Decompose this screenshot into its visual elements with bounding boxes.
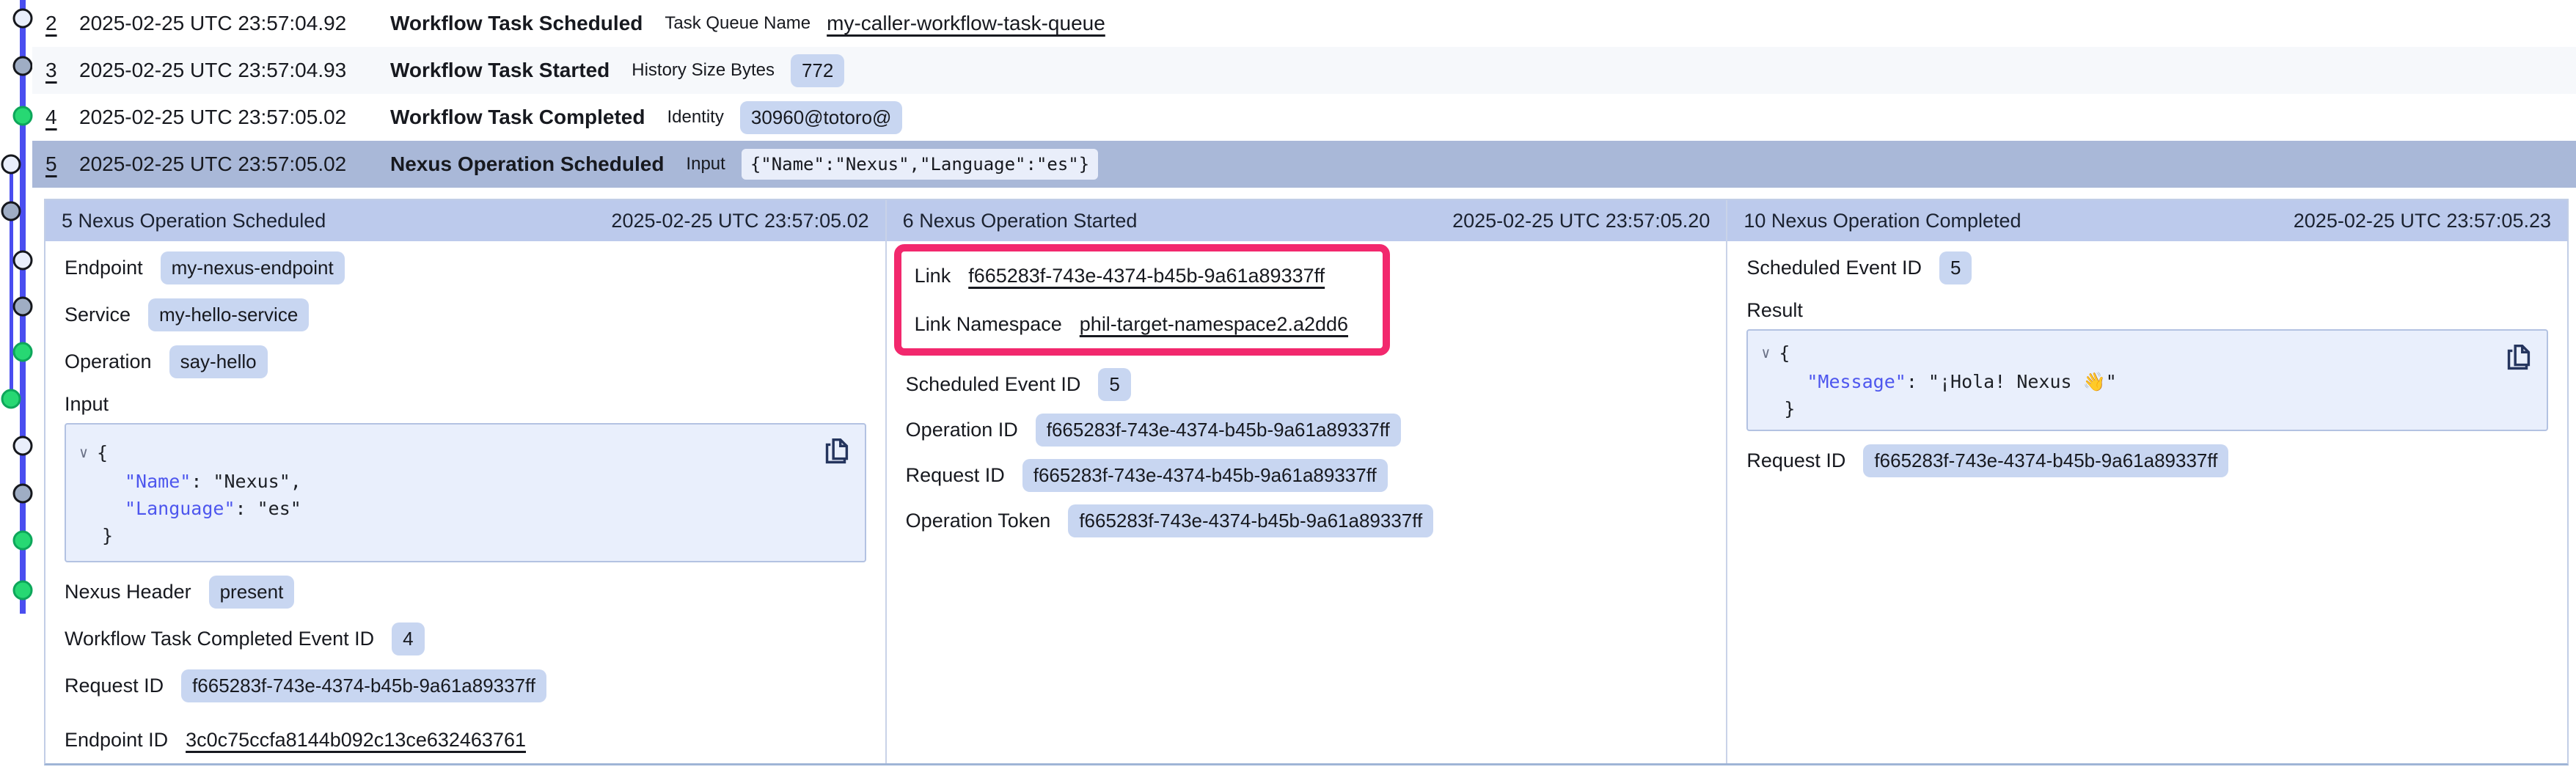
operation-id-label: Operation ID	[906, 419, 1018, 441]
copy-button[interactable]	[2501, 341, 2535, 375]
timeline-dot-gray	[14, 298, 32, 315]
json-collapse-chevron-icon[interactable]: ∨	[79, 439, 88, 466]
event-name: Workflow Task Started	[390, 59, 610, 82]
copy-icon	[819, 435, 853, 469]
endpoint-id-link[interactable]: 3c0c75ccfa8144b092c13ce632463761	[186, 729, 526, 752]
copy-icon	[2501, 341, 2535, 375]
link-namespace-link[interactable]: phil-target-namespace2.a2dd6	[1080, 313, 1348, 336]
timeline-dot-white-branch	[2, 155, 20, 173]
event-name: Workflow Task Completed	[390, 106, 645, 129]
event-input-badge: {"Name":"Nexus","Language":"es"}	[742, 149, 1098, 180]
scheduled-event-id-badge: 5	[1939, 251, 1972, 284]
event-row-4[interactable]: 4 2025-02-25 UTC 23:57:05.02 Workflow Ta…	[32, 94, 2576, 141]
scheduled-event-id-badge: 5	[1098, 368, 1130, 401]
operation-token-badge: f665283f-743e-4374-b45b-9a61a89337ff	[1068, 504, 1433, 537]
link-label: Link	[915, 265, 951, 287]
timeline-branch-line	[10, 164, 13, 399]
event-row-2[interactable]: 2 2025-02-25 UTC 23:57:04.92 Workflow Ta…	[32, 0, 2576, 47]
timeline-dot-green-branch	[2, 390, 20, 408]
wtc-event-id-badge: 4	[392, 622, 424, 655]
timeline-dot-green	[14, 107, 32, 125]
task-queue-link[interactable]: my-caller-workflow-task-queue	[827, 12, 1105, 35]
panel-time: 2025-02-25 UTC 23:57:05.20	[1452, 210, 1710, 232]
event-time: 2025-02-25 UTC 23:57:04.92	[79, 12, 390, 35]
event-time: 2025-02-25 UTC 23:57:05.02	[79, 106, 390, 129]
link-value-link[interactable]: f665283f-743e-4374-b45b-9a61a89337ff	[968, 265, 1325, 287]
nexus-header-label: Nexus Header	[65, 581, 191, 603]
endpoint-id-label: Endpoint ID	[65, 729, 168, 752]
panel-nexus-operation-completed: 10 Nexus Operation Completed 2025-02-25 …	[1726, 200, 2567, 763]
event-name: Workflow Task Scheduled	[390, 12, 643, 35]
event-id-link[interactable]: 3	[45, 59, 57, 81]
timeline-dot-green	[14, 532, 32, 549]
event-detail-label: Task Queue Name	[665, 13, 811, 34]
event-history-list: 2 2025-02-25 UTC 23:57:04.92 Workflow Ta…	[32, 0, 2576, 188]
timeline-dot-gray	[14, 485, 32, 502]
input-json-viewer: ∨{ "Name": "Nexus", "Language": "es" }	[65, 423, 866, 562]
event-row-5-selected[interactable]: 5 2025-02-25 UTC 23:57:05.02 Nexus Opera…	[32, 141, 2576, 188]
link-highlight-box: Link f665283f-743e-4374-b45b-9a61a89337f…	[894, 244, 1390, 356]
request-id-badge: f665283f-743e-4374-b45b-9a61a89337ff	[1022, 459, 1388, 492]
timeline-dot-gray-branch	[2, 202, 20, 220]
panel-body: Endpoint my-nexus-endpoint Service my-he…	[45, 241, 885, 775]
event-detail-label: Identity	[667, 107, 723, 128]
event-id-link[interactable]: 2	[45, 12, 57, 34]
scheduled-event-id-label: Scheduled Event ID	[906, 373, 1081, 396]
input-label: Input	[65, 385, 866, 423]
event-row-3[interactable]: 3 2025-02-25 UTC 23:57:04.93 Workflow Ta…	[32, 47, 2576, 94]
nexus-header-badge: present	[209, 576, 295, 609]
result-label: Result	[1746, 291, 2548, 329]
panel-title: 10 Nexus Operation Completed	[1743, 210, 2021, 232]
request-id-badge: f665283f-743e-4374-b45b-9a61a89337ff	[1863, 444, 2228, 477]
panel-time: 2025-02-25 UTC 23:57:05.23	[2294, 210, 2551, 232]
service-badge: my-hello-service	[148, 298, 309, 331]
event-time: 2025-02-25 UTC 23:57:05.02	[79, 153, 390, 176]
panel-body: Link f665283f-743e-4374-b45b-9a61a89337f…	[887, 241, 1727, 763]
panel-header: 5 Nexus Operation Scheduled 2025-02-25 U…	[45, 200, 885, 241]
request-id-label: Request ID	[65, 675, 164, 697]
timeline-dot-green	[14, 581, 32, 599]
timeline-dot-white	[14, 251, 32, 269]
service-label: Service	[65, 304, 131, 326]
operation-badge: say-hello	[169, 345, 268, 378]
timeline-dot-green	[14, 343, 32, 361]
panel-header: 6 Nexus Operation Started 2025-02-25 UTC…	[887, 200, 1727, 241]
endpoint-badge: my-nexus-endpoint	[161, 251, 345, 284]
scheduled-event-id-label: Scheduled Event ID	[1746, 257, 1922, 279]
panel-time: 2025-02-25 UTC 23:57:05.02	[611, 210, 868, 232]
timeline-dot-white	[14, 437, 32, 455]
operation-id-badge: f665283f-743e-4374-b45b-9a61a89337ff	[1036, 414, 1401, 447]
request-id-label: Request ID	[906, 464, 1005, 487]
operation-label: Operation	[65, 350, 152, 373]
event-id-link[interactable]: 5	[45, 153, 57, 175]
json-collapse-chevron-icon[interactable]: ∨	[1761, 339, 1770, 367]
copy-button[interactable]	[819, 435, 853, 469]
panel-body: Scheduled Event ID 5 Result ∨{ "Message"…	[1727, 241, 2567, 763]
event-detail-label: History Size Bytes	[632, 60, 775, 81]
panel-nexus-operation-scheduled: 5 Nexus Operation Scheduled 2025-02-25 U…	[45, 200, 885, 763]
event-detail-label: Input	[686, 154, 725, 175]
event-detail-badge: 30960@totoro@	[740, 101, 903, 134]
panel-title: 5 Nexus Operation Scheduled	[62, 210, 326, 232]
event-detail-panels: 5 Nexus Operation Scheduled 2025-02-25 U…	[44, 199, 2569, 765]
operation-token-label: Operation Token	[906, 510, 1051, 532]
endpoint-label: Endpoint	[65, 257, 143, 279]
timeline-dot-white	[14, 10, 32, 27]
timeline-dot-gray	[14, 57, 32, 75]
panel-nexus-operation-started: 6 Nexus Operation Started 2025-02-25 UTC…	[885, 200, 1727, 763]
request-id-label: Request ID	[1746, 449, 1845, 472]
request-id-badge: f665283f-743e-4374-b45b-9a61a89337ff	[181, 669, 546, 702]
event-id-link[interactable]: 4	[45, 106, 57, 128]
panel-header: 10 Nexus Operation Completed 2025-02-25 …	[1727, 200, 2567, 241]
event-time: 2025-02-25 UTC 23:57:04.93	[79, 59, 390, 82]
panel-title: 6 Nexus Operation Started	[903, 210, 1138, 232]
event-name: Nexus Operation Scheduled	[390, 153, 664, 176]
link-namespace-label: Link Namespace	[915, 313, 1062, 336]
event-detail-badge: 772	[791, 54, 844, 87]
wtc-event-id-label: Workflow Task Completed Event ID	[65, 628, 374, 650]
result-json-viewer: ∨{ "Message": "¡Hola! Nexus 👋" }	[1746, 329, 2548, 431]
